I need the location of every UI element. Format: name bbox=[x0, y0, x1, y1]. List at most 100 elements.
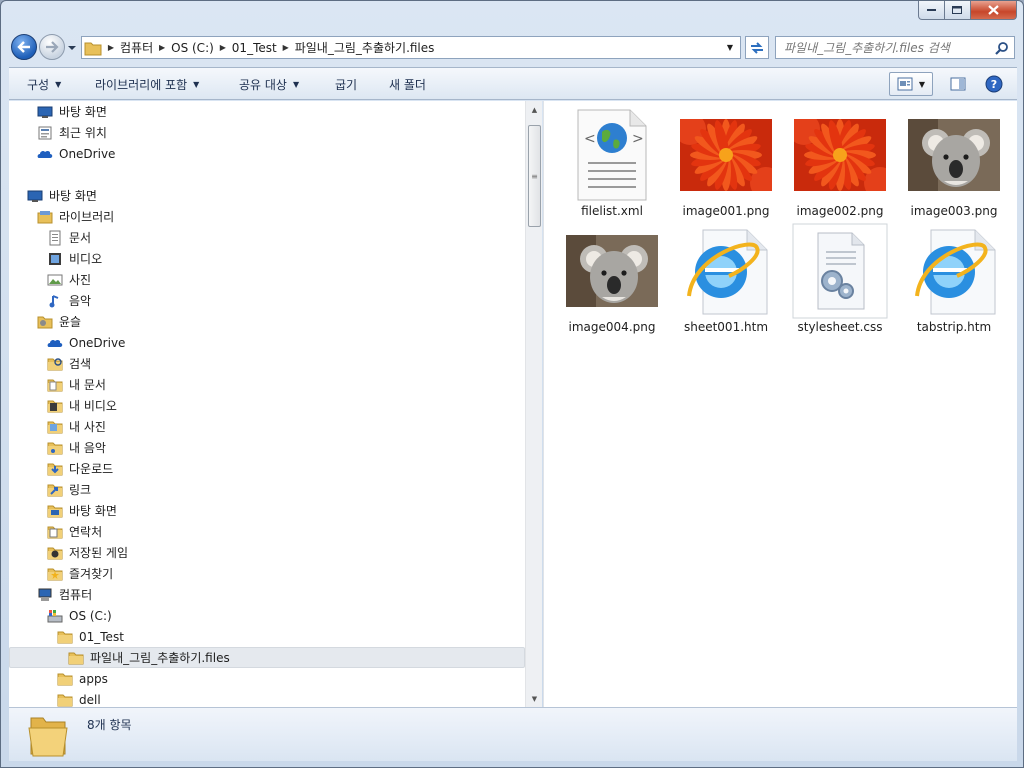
breadcrumb-separator[interactable]: ▶ bbox=[104, 37, 118, 58]
nav-item[interactable]: 문서 bbox=[9, 227, 525, 248]
nav-item[interactable]: OS (C:) bbox=[9, 605, 525, 626]
desktop-icon bbox=[37, 104, 53, 120]
image-thumbnail bbox=[792, 107, 888, 203]
nav-item[interactable]: 최근 위치 bbox=[9, 122, 525, 143]
file-item[interactable]: sheet001.htm bbox=[670, 223, 782, 339]
navigation-tree: 바탕 화면 최근 위치 OneDrive 바탕 화면 라이브러리 문서 비디오 사진 음악 윤슬 O… bbox=[9, 101, 525, 707]
nav-item-label: 음악 bbox=[69, 294, 92, 308]
nav-item[interactable]: 사진 bbox=[9, 269, 525, 290]
image-thumbnail bbox=[906, 107, 1002, 203]
nav-item[interactable]: 내 음악 bbox=[9, 437, 525, 458]
forward-button[interactable] bbox=[39, 34, 65, 60]
file-item[interactable]: image004.png bbox=[556, 223, 668, 339]
breadcrumb-separator[interactable]: ▶ bbox=[155, 37, 169, 58]
nav-item[interactable]: 바탕 화면 bbox=[9, 185, 525, 206]
refresh-button[interactable] bbox=[745, 36, 769, 59]
file-item[interactable]: image003.png bbox=[898, 107, 1010, 223]
maximize-button[interactable] bbox=[945, 1, 971, 20]
burn-button[interactable]: 굽기 bbox=[335, 68, 357, 100]
nav-item[interactable]: 저장된 게임 bbox=[9, 542, 525, 563]
nav-item-label: 사진 bbox=[69, 273, 92, 287]
onedrive-icon bbox=[37, 146, 53, 162]
nav-item[interactable]: 다운로드 bbox=[9, 458, 525, 479]
scroll-down-arrow[interactable]: ▼ bbox=[526, 690, 543, 707]
breadcrumb-separator[interactable]: ▶ bbox=[279, 37, 293, 58]
breadcrumb-drive[interactable]: OS (C:) bbox=[169, 37, 216, 58]
drive-icon bbox=[47, 608, 63, 624]
desktop-folder-icon bbox=[47, 503, 63, 519]
documents-icon bbox=[47, 230, 63, 246]
address-bar[interactable]: ▶ 컴퓨터 ▶ OS (C:) ▶ 01_Test ▶ 파일내_그림_추출하기.… bbox=[81, 36, 741, 59]
nav-item[interactable]: 컴퓨터 bbox=[9, 584, 525, 605]
chevron-down-icon[interactable]: ▼ bbox=[919, 80, 925, 89]
restore-icon bbox=[952, 5, 962, 14]
svg-text:>: > bbox=[632, 131, 644, 147]
recent-places-icon bbox=[37, 125, 53, 141]
libraries-icon bbox=[37, 209, 53, 225]
file-item[interactable]: < > filelist.xml bbox=[556, 107, 668, 223]
close-button[interactable] bbox=[971, 1, 1017, 20]
file-name: image003.png bbox=[910, 204, 998, 218]
new-folder-button[interactable]: 새 폴더 bbox=[389, 68, 426, 100]
xml-file-icon: < > bbox=[564, 107, 660, 203]
nav-item-label: 파일내_그림_추출하기.files bbox=[90, 651, 230, 665]
folder-icon bbox=[57, 629, 73, 645]
change-view-button[interactable]: ▼ bbox=[889, 72, 933, 96]
breadcrumb-separator[interactable]: ▶ bbox=[216, 37, 230, 58]
saved-games-icon bbox=[47, 545, 63, 561]
nav-item[interactable]: OneDrive bbox=[9, 332, 525, 353]
search-icon[interactable] bbox=[995, 41, 1009, 55]
nav-item[interactable]: OneDrive bbox=[9, 143, 525, 164]
file-item[interactable]: stylesheet.css bbox=[784, 223, 896, 339]
address-history-dropdown[interactable]: ▼ bbox=[722, 37, 738, 58]
nav-item[interactable]: dell bbox=[9, 689, 525, 707]
nav-item-label: 즐겨찾기 bbox=[69, 567, 114, 581]
include-in-library-menu[interactable]: 라이브러리에 포함 ▼ bbox=[95, 68, 199, 100]
search-input[interactable] bbox=[784, 40, 984, 55]
music-icon bbox=[47, 293, 63, 309]
chevron-down-icon: ▼ bbox=[292, 79, 300, 89]
file-item[interactable]: tabstrip.htm bbox=[898, 223, 1010, 339]
breadcrumb-current-folder[interactable]: 파일내_그림_추출하기.files bbox=[293, 37, 437, 58]
breadcrumb-test-folder[interactable]: 01_Test bbox=[230, 37, 279, 58]
image-thumbnail bbox=[564, 223, 660, 319]
nav-item[interactable]: 내 문서 bbox=[9, 374, 525, 395]
nav-item[interactable]: 내 사진 bbox=[9, 416, 525, 437]
nav-item-label: OS (C:) bbox=[69, 608, 112, 623]
help-button[interactable]: ? bbox=[983, 72, 1005, 96]
organize-menu[interactable]: 구성 ▼ bbox=[27, 68, 61, 100]
nav-item[interactable]: 라이브러리 bbox=[9, 206, 525, 227]
nav-item[interactable]: 음악 bbox=[9, 290, 525, 311]
nav-item-label: 연락처 bbox=[69, 525, 103, 539]
breadcrumb-computer[interactable]: 컴퓨터 bbox=[118, 37, 155, 58]
preview-pane-button[interactable] bbox=[947, 72, 969, 96]
file-item[interactable]: image002.png bbox=[784, 107, 896, 223]
back-button[interactable] bbox=[11, 34, 37, 60]
file-item[interactable]: image001.png bbox=[670, 107, 782, 223]
nav-item[interactable]: 바탕 화면 bbox=[9, 500, 525, 521]
svg-text:<: < bbox=[584, 131, 596, 147]
nav-item[interactable]: 바탕 화면 bbox=[9, 101, 525, 122]
nav-item[interactable]: apps bbox=[9, 668, 525, 689]
nav-item-label: 바탕 화면 bbox=[59, 105, 107, 119]
nav-item[interactable]: 즐겨찾기 bbox=[9, 563, 525, 584]
links-icon bbox=[47, 482, 63, 498]
navigation-pane: 바탕 화면 최근 위치 OneDrive 바탕 화면 라이브러리 문서 비디오 사진 음악 윤슬 O… bbox=[9, 101, 542, 707]
folder-icon bbox=[57, 692, 73, 708]
nav-item[interactable]: 파일내_그림_추출하기.files bbox=[9, 647, 525, 668]
scroll-up-arrow[interactable]: ▲ bbox=[526, 101, 543, 118]
minimize-button[interactable] bbox=[918, 1, 945, 20]
scrollbar-thumb[interactable]: ≡ bbox=[528, 125, 541, 227]
recent-pages-dropdown[interactable] bbox=[67, 42, 77, 52]
nav-item[interactable]: 윤슬 bbox=[9, 311, 525, 332]
nav-item[interactable]: 연락처 bbox=[9, 521, 525, 542]
navigation-scrollbar[interactable]: ▲ ≡ ▼ bbox=[525, 101, 542, 707]
nav-item-label: apps bbox=[79, 671, 108, 686]
nav-item[interactable]: 내 비디오 bbox=[9, 395, 525, 416]
nav-item[interactable]: 비디오 bbox=[9, 248, 525, 269]
nav-item[interactable]: 01_Test bbox=[9, 626, 525, 647]
search-box[interactable] bbox=[775, 36, 1015, 59]
nav-item[interactable]: 검색 bbox=[9, 353, 525, 374]
share-with-menu[interactable]: 공유 대상 ▼ bbox=[239, 68, 299, 100]
nav-item[interactable]: 링크 bbox=[9, 479, 525, 500]
